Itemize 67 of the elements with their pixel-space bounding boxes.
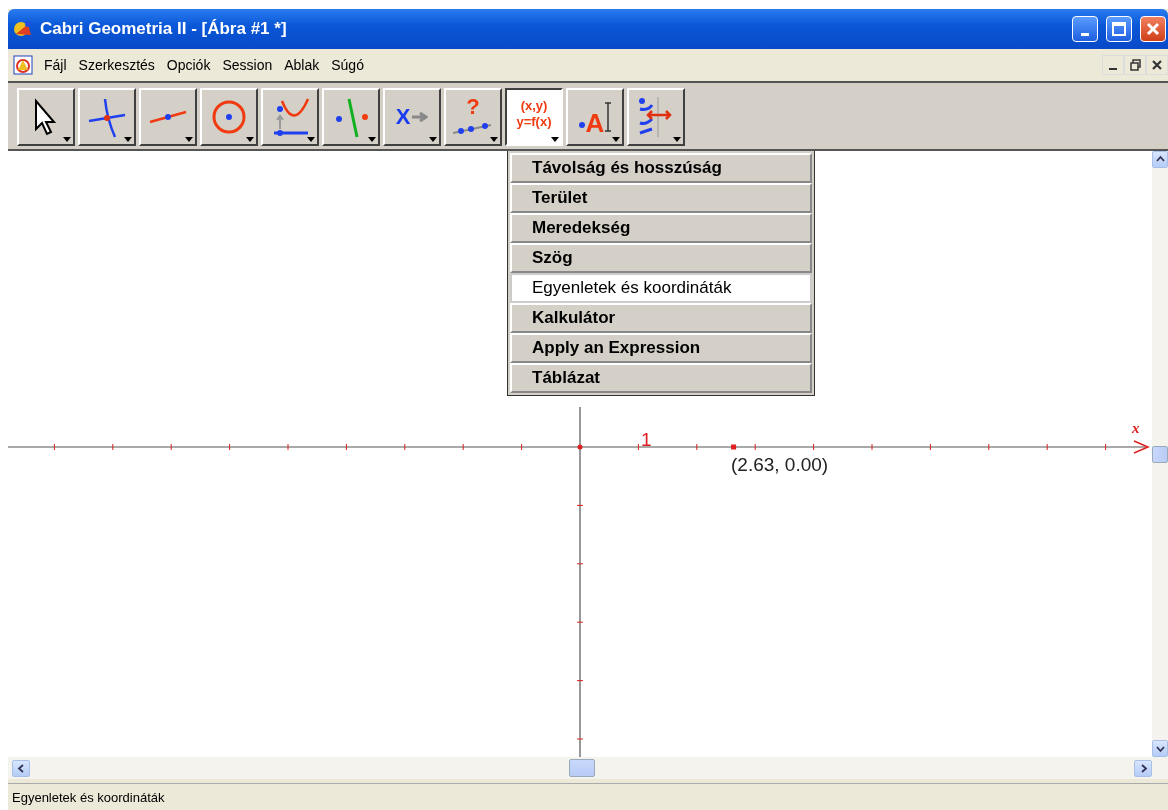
tool-button[interactable]	[78, 88, 136, 146]
status-text: Egyenletek és koordináták	[12, 789, 165, 805]
menu-item[interactable]: Súgó	[325, 55, 370, 75]
caret-icon	[307, 137, 315, 142]
scroll-left-button[interactable]	[12, 759, 30, 777]
caret-icon	[124, 137, 132, 142]
tool-button[interactable]	[200, 88, 258, 146]
unit-label: 1	[641, 429, 652, 450]
caret-icon	[185, 137, 193, 142]
close-icon	[1144, 20, 1162, 38]
maximize-icon	[1110, 20, 1128, 38]
menu-item[interactable]: Apply an Expression	[510, 333, 812, 363]
drawing-canvas[interactable]: 1 x (2.63, 0.00) Távolság és hosszúság Terület Meredekség Szög Egyenletek és koordináták Kalkulátor Apply an Expression Táblázat	[8, 151, 1152, 757]
menu-item[interactable]: Session	[216, 55, 279, 75]
menu-item[interactable]: Szög	[510, 243, 812, 273]
chevron-up-icon	[1155, 155, 1165, 164]
minimize-icon	[1109, 68, 1117, 70]
point[interactable]	[731, 444, 737, 450]
scroll-right-button[interactable]	[1134, 759, 1152, 777]
restore-button[interactable]	[1124, 55, 1146, 75]
maximize-button[interactable]	[1106, 16, 1132, 42]
caret-icon	[246, 137, 254, 142]
window-title: Cabri Geometria II - [Ábra #1 *]	[40, 19, 288, 39]
point-icon	[577, 121, 586, 129]
document-icon[interactable]	[12, 54, 34, 76]
horizontal-scrollbar[interactable]	[8, 757, 1168, 779]
tool-button[interactable]: X	[383, 88, 441, 146]
minimize-button[interactable]	[1102, 55, 1124, 75]
close-button[interactable]	[1146, 55, 1168, 75]
tool-button[interactable]	[17, 88, 75, 146]
menu-item[interactable]: Távolság és hosszúság	[510, 153, 812, 183]
scroll-thumb[interactable]	[1152, 445, 1168, 463]
scroll-down-button[interactable]	[1152, 740, 1168, 757]
tool-button[interactable]	[627, 88, 685, 146]
menu-item[interactable]: Táblázat	[510, 363, 812, 393]
line-icon	[148, 110, 188, 124]
menu-item[interactable]: Kalkulátor	[510, 303, 812, 333]
caret-icon	[673, 137, 681, 142]
chevron-down-icon	[1155, 744, 1165, 753]
tool-button[interactable]	[261, 88, 319, 146]
menu-item[interactable]: Terület	[510, 183, 812, 213]
origin-point[interactable]	[577, 444, 583, 450]
menu-item[interactable]: Opciók	[160, 55, 217, 75]
coordinates-label: (2.63, 0.00)	[731, 454, 829, 475]
minimize-icon	[1081, 32, 1089, 36]
chevron-left-icon	[16, 763, 26, 773]
tool-button[interactable]	[322, 88, 380, 146]
caret-icon	[551, 137, 559, 142]
menu-item[interactable]: Egyenletek és koordináták	[510, 273, 812, 303]
caret-icon	[429, 137, 437, 142]
tool-button[interactable]: (x,y) y=f(x)	[505, 88, 563, 146]
menu-item[interactable]: Meredekség	[510, 213, 812, 243]
menu-item[interactable]: Szerkesztés	[72, 55, 161, 75]
menu-item[interactable]: Ablak	[278, 55, 326, 75]
axis-label: x	[1132, 420, 1140, 436]
caret-icon	[612, 137, 620, 142]
caret-icon	[368, 137, 376, 142]
caret-icon	[63, 137, 71, 142]
restore-icon	[1129, 59, 1141, 71]
scroll-up-button[interactable]	[1152, 151, 1168, 168]
close-icon	[1151, 59, 1163, 71]
tool-button[interactable]	[139, 88, 197, 146]
scroll-thumb[interactable]	[569, 759, 595, 777]
menu-item[interactable]: Fájl	[38, 55, 73, 75]
vertical-scrollbar[interactable]	[1152, 151, 1168, 757]
text-cursor-icon	[604, 101, 613, 133]
caret-icon	[490, 137, 498, 142]
